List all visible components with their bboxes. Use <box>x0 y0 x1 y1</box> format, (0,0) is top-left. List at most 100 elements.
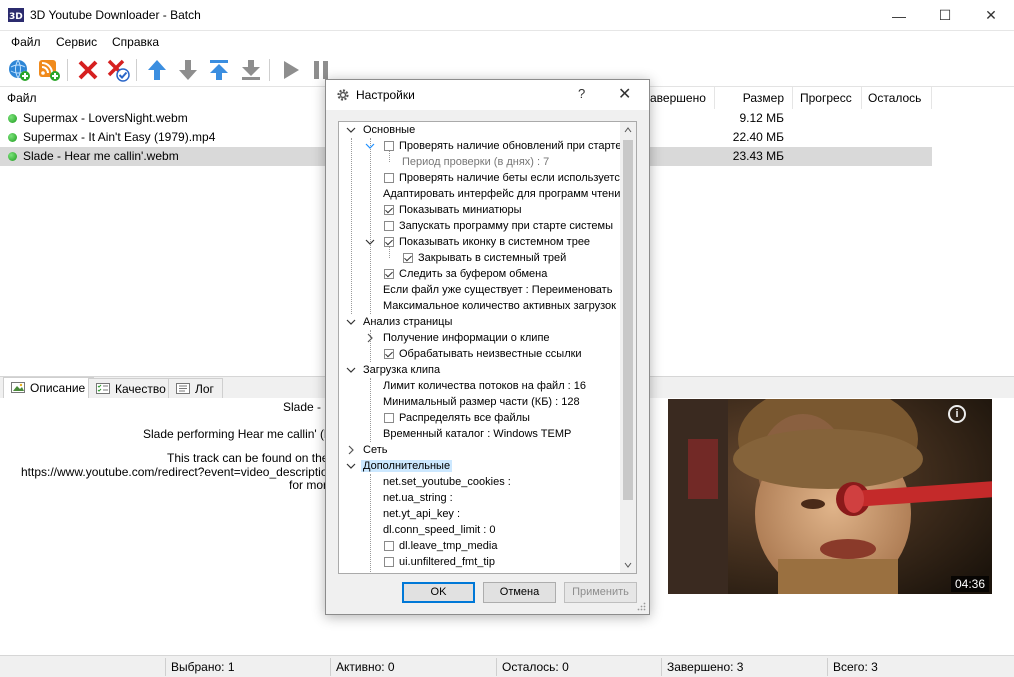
svg-text:3D: 3D <box>9 12 23 22</box>
delete-icon[interactable] <box>74 56 102 84</box>
move-bottom-icon[interactable] <box>237 56 265 84</box>
add-link-icon[interactable] <box>5 56 33 84</box>
file-name: Supermax - LoversNight.webm <box>23 111 188 125</box>
add-rss-icon[interactable] <box>35 56 63 84</box>
minimize-button[interactable]: — <box>876 0 922 31</box>
tree-label: Временный каталог : Windows TEMP <box>383 428 572 440</box>
tree-label: dl.conn_speed_limit : 0 <box>383 524 496 536</box>
dialog-close-button[interactable]: ✕ <box>618 84 631 104</box>
expand-icon[interactable] <box>346 445 356 455</box>
tab-log[interactable]: Лог <box>168 378 223 399</box>
checkbox[interactable] <box>384 349 394 359</box>
move-down-icon[interactable] <box>174 56 202 84</box>
status-dot-icon <box>8 114 17 123</box>
checkbox[interactable] <box>384 541 394 551</box>
settings-dialog: Настройки ? ✕ Основные Проверять наличие… <box>325 79 650 615</box>
checkbox[interactable] <box>384 141 394 151</box>
tree-label: ui.unfiltered_fmt_tip <box>399 556 495 568</box>
checkbox[interactable] <box>384 557 394 567</box>
collapse-icon[interactable] <box>346 365 356 375</box>
menu-bar: Файл Сервис Справка <box>0 31 1014 52</box>
start-icon[interactable] <box>277 56 305 84</box>
info-icon[interactable]: i <box>948 405 966 423</box>
gear-icon <box>337 89 349 101</box>
tree-label: Период проверки (в днях) : 7 <box>402 156 550 168</box>
scroll-down-icon[interactable] <box>624 561 632 569</box>
checkbox[interactable] <box>384 413 394 423</box>
checkbox[interactable] <box>384 221 394 231</box>
scroll-thumb[interactable] <box>623 140 633 500</box>
col-completed[interactable]: авершено <box>650 87 715 109</box>
description-link[interactable]: https://www.youtube.com/redirect?event=v… <box>21 465 362 479</box>
col-file[interactable]: Файл <box>7 87 327 109</box>
tree-label: Если файл уже существует : Переименовать <box>383 284 613 296</box>
delete-completed-icon[interactable] <box>104 56 132 84</box>
tree-label: Закрывать в системный трей <box>418 252 567 264</box>
resize-grip-icon[interactable] <box>637 602 646 611</box>
file-size: 22.40 МБ <box>732 130 784 144</box>
app-icon: 3D <box>8 8 24 22</box>
tree-label: dl.leave_tmp_media <box>399 540 498 552</box>
tree-label: Проверять наличие обновлений при старте <box>399 140 622 152</box>
video-thumbnail[interactable]: i 04:36 <box>668 399 992 594</box>
tab-description[interactable]: Описание <box>3 377 95 400</box>
status-active: Активно: 0 <box>336 660 395 674</box>
apply-button[interactable]: Применить <box>564 582 637 603</box>
help-button[interactable]: ? <box>578 86 585 101</box>
tree-label: Загрузка клипа <box>363 364 441 376</box>
move-top-icon[interactable] <box>205 56 233 84</box>
menu-service[interactable]: Сервис <box>56 35 97 49</box>
tree-label: Распределять все файлы <box>399 412 530 424</box>
settings-tree: Основные Проверять наличие обновлений пр… <box>338 121 637 574</box>
checkbox[interactable] <box>384 205 394 215</box>
file-size: 9.12 МБ <box>739 111 784 125</box>
checkbox[interactable] <box>403 253 413 263</box>
collapse-icon[interactable] <box>346 125 356 135</box>
move-up-icon[interactable] <box>143 56 171 84</box>
status-dot-icon <box>8 133 17 142</box>
ok-button[interactable]: OK <box>402 582 475 603</box>
scroll-up-icon[interactable] <box>624 126 632 134</box>
dialog-title: Настройки <box>356 88 415 102</box>
maximize-button[interactable]: ☐ <box>922 0 968 31</box>
status-remaining: Осталось: 0 <box>502 660 569 674</box>
tree-label: Адаптировать интерфейс для программ чтен… <box>383 188 621 200</box>
tree-scrollbar[interactable] <box>620 122 636 573</box>
video-duration: 04:36 <box>950 576 989 592</box>
tree-label: Проверять наличие беты если используетс <box>399 172 620 184</box>
title-bar: 3D 3D Youtube Downloader - Batch — ☐ ✕ <box>0 0 1014 31</box>
menu-help[interactable]: Справка <box>112 35 159 49</box>
collapse-icon[interactable] <box>346 461 356 471</box>
close-button[interactable]: ✕ <box>968 0 1014 31</box>
checkbox[interactable] <box>384 269 394 279</box>
checkbox[interactable] <box>384 173 394 183</box>
collapse-icon[interactable] <box>346 317 356 327</box>
file-name: Slade - Hear me callin'.webm <box>23 149 179 163</box>
col-progress[interactable]: Прогресс <box>794 87 862 109</box>
tab-quality[interactable]: Качество <box>88 378 175 399</box>
menu-file[interactable]: Файл <box>11 35 41 49</box>
window-title: 3D Youtube Downloader - Batch <box>30 8 201 22</box>
tree-label: net.ua_string : <box>383 492 453 504</box>
col-remaining[interactable]: Осталось <box>863 87 932 109</box>
checklist-icon <box>96 383 110 394</box>
status-selected: Выбрано: 1 <box>171 660 235 674</box>
status-completed: Завершено: 3 <box>667 660 744 674</box>
status-bar: Выбрано: 1 Активно: 0 Осталось: 0 Заверш… <box>0 655 1014 677</box>
collapse-icon[interactable] <box>365 141 375 151</box>
status-dot-icon <box>8 152 17 161</box>
description-line: This track can be found on the th <box>167 451 342 465</box>
checkbox[interactable] <box>384 237 394 247</box>
log-icon <box>176 383 190 394</box>
col-size[interactable]: Размер <box>716 87 793 109</box>
tree-label: Обрабатывать неизвестные ссылки <box>399 348 582 360</box>
expand-icon[interactable] <box>365 333 375 343</box>
cancel-button[interactable]: Отмена <box>483 582 556 603</box>
file-size: 23.43 МБ <box>732 149 784 163</box>
tree-label: Минимальный размер части (КБ) : 128 <box>383 396 580 408</box>
tree-label: Дополнительные <box>361 460 453 472</box>
collapse-icon[interactable] <box>365 237 375 247</box>
thumbnail-image <box>668 399 992 594</box>
tree-label: Сеть <box>363 444 388 456</box>
file-name: Supermax - It Ain't Easy (1979).mp4 <box>23 130 216 144</box>
